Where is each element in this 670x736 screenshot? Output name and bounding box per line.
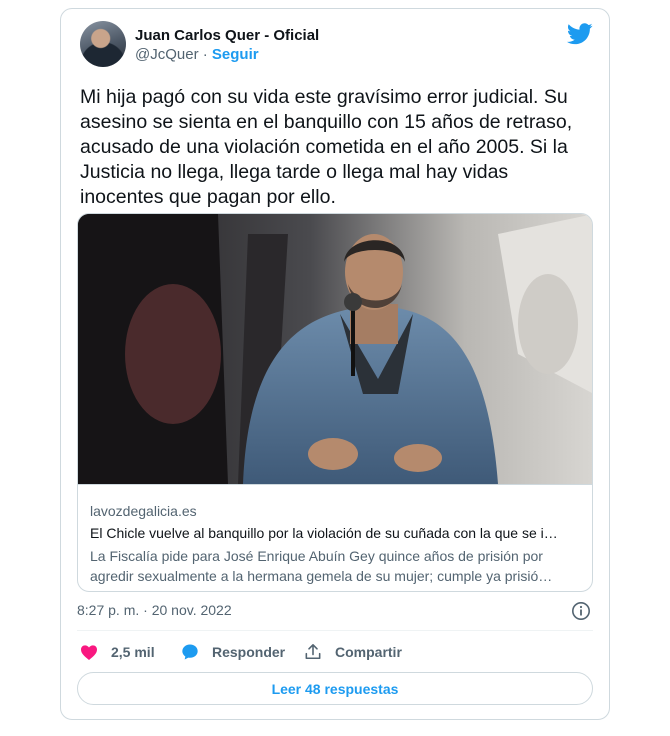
heart-icon [81,645,97,660]
read-replies-button[interactable]: Leer 48 respuestas [77,672,593,705]
share-icon [305,644,321,660]
follow-button[interactable]: Seguir [212,46,259,63]
author-handle[interactable]: @JcQuer [135,46,199,63]
link-description-line: agredir sexualmente a la hermana gemela … [90,568,553,584]
link-title: El Chicle vuelve al banquillo por la vio… [90,525,558,541]
avatar[interactable] [80,21,126,67]
share-label: Compartir [335,644,402,660]
tweet-text-line: inocentes que pagan por ello. [80,186,336,208]
reply-bubble-icon [182,644,198,660]
link-description-line: La Fiscalía pide para José Enrique Abuín… [90,548,543,564]
tweet-card: Juan Carlos Quer - Oficial @JcQuer · Seg… [60,8,610,720]
handle-line: @JcQuer · Seguir [135,46,259,63]
tweet-text-line: acusado de una violación cometida en el … [80,136,568,158]
tweet-text: Mi hija pagó con su vida este gravísimo … [80,85,590,210]
reply-button[interactable]: Responder [180,641,285,663]
tweet-text-line: asesino se sienta en el banquillo con 15… [80,111,573,133]
link-domain: lavozdegalicia.es [90,503,197,519]
divider [77,630,593,631]
author-name[interactable]: Juan Carlos Quer - Oficial [135,27,319,44]
like-button[interactable]: 2,5 mil [79,641,155,663]
link-description: La Fiscalía pide para José Enrique Abuín… [90,546,584,586]
tweet-header: Juan Carlos Quer - Oficial @JcQuer · Seg… [80,21,593,69]
info-icon[interactable] [571,601,591,621]
twitter-bird-icon[interactable] [567,23,593,45]
reply-label: Responder [212,644,286,660]
link-preview-card[interactable]: lavozdegalicia.es El Chicle vuelve al ba… [77,213,593,592]
share-button[interactable]: Compartir [303,641,402,663]
like-count: 2,5 mil [111,644,155,660]
article-image[interactable] [78,214,593,484]
link-card-info[interactable]: lavozdegalicia.es El Chicle vuelve al ba… [78,484,592,591]
tweet-text-line: Mi hija pagó con su vida este gravísimo … [80,86,568,108]
tweet-text-line: Justicia no llega, llega tarde o llega m… [80,161,509,183]
handle-separator: · [198,46,212,63]
tweet-timestamp[interactable]: 8:27 p. m. · 20 nov. 2022 [77,602,232,618]
